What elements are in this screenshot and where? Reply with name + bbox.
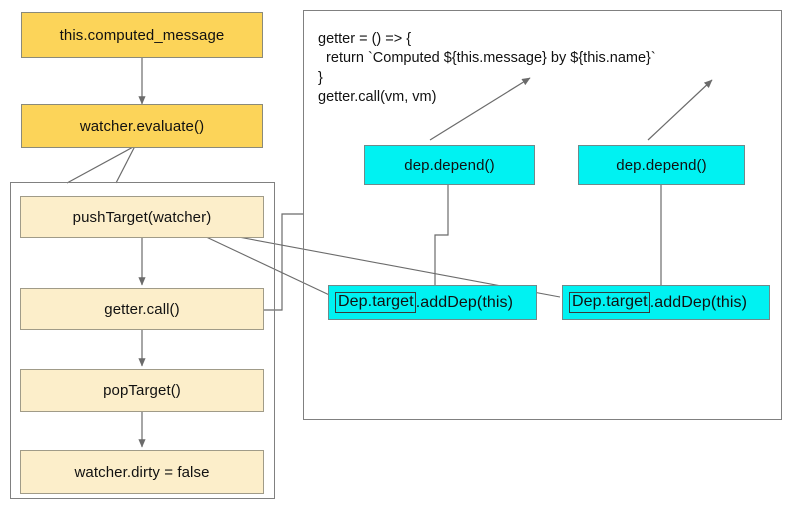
node-watcher-evaluate[interactable]: watcher.evaluate() <box>21 104 263 148</box>
node-computed-message-label: this.computed_message <box>59 26 225 44</box>
node-dep-depend-1-label: dep.depend() <box>404 156 495 174</box>
diagram-canvas: this.computed_message watcher.evaluate()… <box>0 0 800 509</box>
node-watcher-dirty-false[interactable]: watcher.dirty = false <box>20 450 264 494</box>
node-dep-target-adddep-1[interactable]: Dep.target .addDep(this) <box>328 285 537 320</box>
dep-target-token-2: Dep.target <box>569 292 650 313</box>
node-dep-depend-1[interactable]: dep.depend() <box>364 145 535 185</box>
node-dep-depend-2-label: dep.depend() <box>616 156 707 174</box>
node-getter-call-label: getter.call() <box>104 300 180 318</box>
node-getter-call[interactable]: getter.call() <box>20 288 264 330</box>
node-pop-target-label: popTarget() <box>103 382 181 399</box>
node-push-target-label: pushTarget(watcher) <box>72 208 212 226</box>
getter-source-code: getter = () => { return `Computed ${this… <box>318 30 656 107</box>
node-pop-target[interactable]: popTarget() <box>20 369 264 412</box>
node-dep-depend-2[interactable]: dep.depend() <box>578 145 745 185</box>
dep-target-token-1: Dep.target <box>335 292 416 313</box>
getter-source-code-text: getter = () => { return `Computed ${this… <box>318 31 656 105</box>
node-push-target[interactable]: pushTarget(watcher) <box>20 196 264 238</box>
node-computed-message[interactable]: this.computed_message <box>21 12 263 58</box>
node-watcher-dirty-false-label: watcher.dirty = false <box>74 463 210 481</box>
node-watcher-evaluate-label: watcher.evaluate() <box>79 117 205 135</box>
node-dep-target-adddep-2[interactable]: Dep.target .addDep(this) <box>562 285 770 320</box>
adddep-call-text-2: .addDep(this) <box>649 293 748 311</box>
adddep-call-text-1: .addDep(this) <box>415 293 514 311</box>
